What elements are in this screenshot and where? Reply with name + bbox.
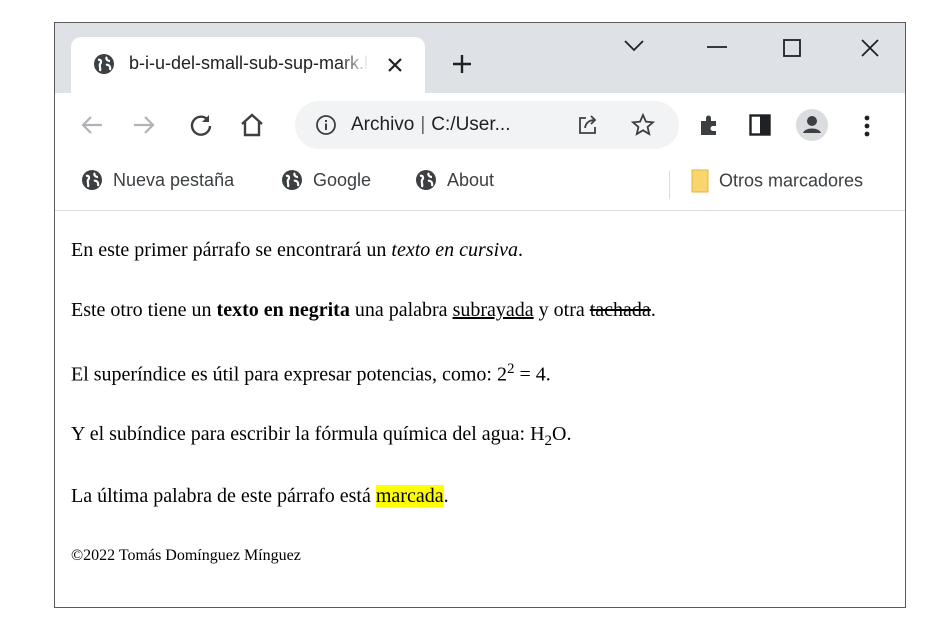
text: El superíndice es útil para expresar pot…	[71, 363, 507, 386]
profile-avatar-icon[interactable]	[795, 108, 829, 142]
globe-icon	[82, 170, 102, 191]
close-tab-icon[interactable]	[387, 57, 403, 73]
paragraph-bold-underline-strike: Este otro tiene un texto en negrita una …	[71, 299, 656, 322]
minimize-icon[interactable]	[707, 45, 727, 49]
highlighted-text: marcada	[375, 485, 444, 507]
url-separator: |	[420, 114, 426, 135]
other-bookmarks-label: Otros marcadores	[719, 170, 864, 191]
paragraph-mark: La última palabra de este párrafo está m…	[71, 485, 449, 508]
home-icon[interactable]	[239, 112, 265, 138]
other-bookmarks-folder[interactable]: Otros marcadores	[691, 169, 863, 193]
tab-title: b-i-u-del-small-sub-sup-mark.html	[129, 53, 369, 73]
menu-kebab-icon[interactable]	[863, 114, 871, 138]
text: y otra	[533, 299, 590, 321]
reload-icon[interactable]	[189, 113, 213, 137]
address-bar[interactable]: Archivo | C:/User...	[295, 101, 679, 149]
subscript: 2	[544, 433, 553, 449]
close-window-icon[interactable]	[861, 39, 879, 57]
paragraph-superscript: El superíndice es útil para expresar pot…	[71, 361, 551, 387]
share-icon[interactable]	[577, 114, 599, 136]
extensions-icon[interactable]	[697, 113, 721, 137]
strikethrough-text: tachada	[589, 299, 651, 321]
bookmark-about[interactable]: About	[415, 169, 494, 191]
browser-window: b-i-u-del-small-sub-sup-mark.html	[54, 22, 906, 608]
text: La última palabra de este párrafo está	[71, 485, 376, 507]
tab-strip: b-i-u-del-small-sub-sup-mark.html	[55, 23, 905, 93]
maximize-icon[interactable]	[783, 39, 801, 57]
text: .	[518, 239, 524, 261]
bookmark-label: Nueva pestaña	[113, 169, 235, 190]
footer-copyright: ©2022 Tomás Domínguez Mínguez	[71, 547, 301, 564]
url: C:/User...	[431, 114, 511, 135]
globe-icon	[282, 170, 302, 191]
text: Este otro tiene un	[71, 299, 217, 321]
text: una palabra	[349, 299, 453, 321]
browser-tab[interactable]: b-i-u-del-small-sub-sup-mark.html	[71, 37, 425, 93]
text: .	[650, 299, 656, 321]
text: = 4.	[514, 363, 551, 386]
bookmark-star-icon[interactable]	[631, 113, 655, 137]
new-tab-icon[interactable]	[451, 53, 473, 75]
paragraph-italic: En este primer párrafo se encontrará un …	[71, 239, 523, 262]
text: .	[443, 485, 449, 507]
forward-icon[interactable]	[133, 115, 155, 135]
paragraph-subscript: Y el subíndice para escribir la fórmula …	[71, 423, 571, 450]
bookmark-nueva-pestana[interactable]: Nueva pestaña	[81, 169, 234, 191]
bookmarks-bar: Nueva pestaña Google About Otros marcado…	[55, 159, 905, 211]
info-icon[interactable]	[315, 114, 337, 136]
bookmarks-divider	[669, 171, 670, 199]
folder-icon	[691, 169, 709, 193]
underlined-text: subrayada	[452, 299, 534, 321]
globe-icon	[416, 170, 436, 191]
text: En este primer párrafo se encontrará un	[71, 239, 392, 261]
security-label: Archivo	[351, 114, 415, 135]
toolbar: Archivo | C:/User...	[55, 93, 905, 159]
back-icon[interactable]	[81, 115, 103, 135]
text: O.	[552, 423, 572, 445]
side-panel-icon[interactable]	[749, 114, 771, 136]
bold-text: texto en negrita	[216, 299, 350, 321]
bookmark-google[interactable]: Google	[281, 169, 371, 191]
url-text[interactable]: Archivo | C:/User...	[351, 114, 510, 136]
italic-text: texto en cursiva	[391, 239, 519, 261]
text: Y el subíndice para escribir la fórmula …	[71, 423, 545, 445]
globe-icon	[94, 54, 114, 74]
bookmark-label: About	[447, 169, 495, 190]
tab-search-chevron-icon[interactable]	[623, 39, 645, 53]
bookmark-label: Google	[313, 169, 372, 190]
